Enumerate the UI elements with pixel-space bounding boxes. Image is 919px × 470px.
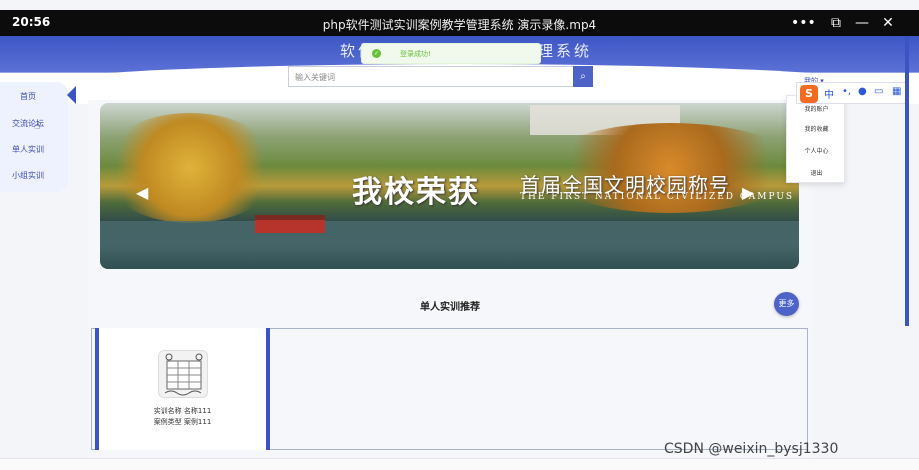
spreadsheet-doodle-icon bbox=[164, 353, 203, 396]
nav-active-indicator bbox=[67, 86, 76, 104]
banner-water bbox=[100, 221, 799, 269]
page-scrollbar[interactable] bbox=[905, 36, 909, 326]
carousel-prev-icon[interactable]: ◀ bbox=[136, 183, 148, 202]
minimize-button[interactable]: — bbox=[851, 13, 873, 33]
ime-toolbar: S 中 •, ● ▭ ▦ bbox=[796, 82, 908, 104]
more-options-button[interactable]: ••• bbox=[791, 13, 816, 33]
player-title: php软件测试实训案例教学管理系统 演示录像.mp4 bbox=[322, 18, 597, 32]
banner-tree-left bbox=[100, 113, 280, 223]
search-button[interactable]: ⌕ bbox=[573, 66, 593, 87]
menu-item-my-account[interactable]: 我的账户 bbox=[787, 104, 846, 113]
keyboard-icon[interactable]: ▭ bbox=[874, 86, 883, 97]
video-player-bar: 20:56 php软件测试实训案例教学管理系统 演示录像.mp4 ••• ⧉ —… bbox=[0, 10, 919, 36]
card-thumbnail[interactable] bbox=[158, 350, 208, 398]
section-title: 单人实训推荐 bbox=[420, 302, 480, 313]
search-icon: ⌕ bbox=[580, 71, 586, 82]
screenshot-frame: 20:56 php软件测试实训案例教学管理系统 演示录像.mp4 ••• ⧉ —… bbox=[0, 0, 919, 470]
card-type-line: 案例类型 案例111 bbox=[110, 417, 255, 427]
success-toast: ✓ 登录成功! bbox=[361, 43, 541, 64]
card-name-value: 名称111 bbox=[183, 407, 212, 415]
check-icon: ✓ bbox=[372, 49, 381, 58]
banner-pavilion bbox=[255, 215, 325, 233]
more-button[interactable]: 更多 bbox=[774, 292, 799, 316]
close-button[interactable]: ✕ bbox=[877, 13, 899, 33]
card-name-line: 实训名称 名称111 bbox=[110, 406, 255, 416]
ime-logo-icon[interactable]: S bbox=[800, 85, 818, 103]
menu-item-my-favorites[interactable]: 我的收藏 bbox=[787, 124, 846, 133]
microphone-icon[interactable]: ● bbox=[858, 86, 867, 97]
card-type-label: 案例类型 bbox=[153, 418, 182, 426]
toast-message: 登录成功! bbox=[400, 50, 431, 58]
banner-carousel[interactable]: 我校荣获 首届全国文明校园称号 THE FIRST NATIONAL CIVIL… bbox=[100, 103, 799, 269]
ime-punctuation-button[interactable]: •, bbox=[842, 86, 851, 97]
banner-headline: 我校荣获 bbox=[352, 175, 480, 210]
menu-item-personal-center[interactable]: 个人中心 bbox=[787, 146, 846, 155]
watermark: CSDN @weixin_bysj1330 bbox=[664, 441, 839, 457]
nav-item-single-training[interactable]: 单人实训 bbox=[12, 144, 44, 155]
card-name-label: 实训名称 bbox=[153, 407, 182, 415]
mouse-cursor-icon: ☝ bbox=[34, 121, 41, 132]
grid-menu-icon[interactable]: ▦ bbox=[892, 86, 901, 97]
menu-item-logout[interactable]: 退出 bbox=[787, 168, 846, 177]
nav-item-group-training[interactable]: 小组实训 bbox=[12, 170, 44, 181]
card-type-value: 案例111 bbox=[183, 418, 212, 426]
ime-chinese-mode-button[interactable]: 中 bbox=[824, 86, 834, 101]
nav-item-home[interactable]: 首页 bbox=[20, 91, 36, 102]
carousel-next-icon[interactable]: ▶ bbox=[742, 183, 754, 202]
player-bottom-strip bbox=[0, 458, 919, 470]
search-input[interactable]: 输入关键词 bbox=[288, 66, 574, 87]
picture-in-picture-button[interactable]: ⧉ bbox=[825, 13, 847, 33]
user-dropdown-menu: 我的账户 我的收藏 个人中心 退出 bbox=[786, 95, 845, 183]
